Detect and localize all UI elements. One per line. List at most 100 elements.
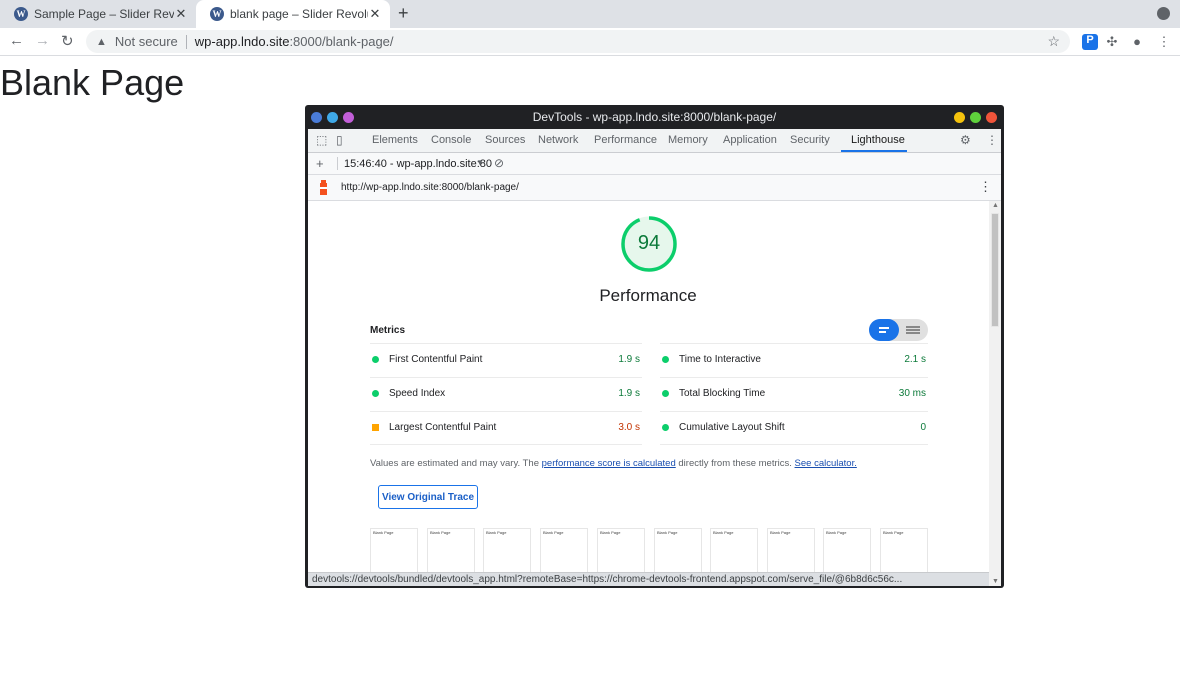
bookmark-star-icon[interactable]: ☆: [1047, 33, 1060, 50]
filmstrip-frame: Blank Page: [880, 528, 928, 578]
devtools-body: ⬚ ▯ Elements Console Sources Network Per…: [308, 129, 1001, 586]
report-menu-icon[interactable]: ⋮: [979, 179, 992, 195]
close-icon[interactable]: ✕: [368, 6, 382, 22]
gear-icon[interactable]: ⚙: [960, 133, 971, 147]
maximize-button[interactable]: [970, 112, 981, 123]
tab-application[interactable]: Application: [723, 134, 777, 146]
dropdown-icon[interactable]: ▼: [476, 158, 484, 167]
tab-search-icon[interactable]: [1157, 7, 1170, 20]
metric-value: 1.9 s: [618, 354, 640, 365]
tab-blank-page[interactable]: W blank page – Slider Revolution ✕: [196, 0, 390, 28]
metric-label: Speed Index: [389, 388, 446, 399]
extension-icon[interactable]: P: [1082, 34, 1098, 50]
tab-memory[interactable]: Memory: [668, 134, 708, 146]
pass-indicator: [662, 356, 669, 363]
filmstrip-frame: Blank Page: [370, 528, 418, 578]
minimize-button[interactable]: [954, 112, 965, 123]
metric-value: 30 ms: [898, 388, 926, 399]
performance-score: 94: [637, 232, 661, 254]
tab-console[interactable]: Console: [431, 134, 471, 146]
tab-sample-page[interactable]: W Sample Page – Slider Revolution ✕: [0, 0, 196, 28]
score-calculation-link[interactable]: performance score is calculated: [542, 458, 676, 469]
divider: [337, 157, 338, 170]
note-text: directly from these metrics.: [675, 458, 795, 469]
tab-performance[interactable]: Performance: [594, 134, 657, 146]
puzzle-icon[interactable]: ✣: [1104, 34, 1120, 50]
report-selector[interactable]: 15:46:40 - wp-app.lndo.site:80: [344, 158, 492, 170]
warning-icon[interactable]: ▲: [96, 36, 107, 48]
devtools-window: DevTools - wp-app.lndo.site:8000/blank-p…: [305, 105, 1004, 588]
toggle-compact-view[interactable]: [869, 319, 899, 341]
more-options-icon[interactable]: ⋮: [986, 133, 998, 147]
metric-label: Time to Interactive: [679, 354, 761, 365]
metric-first-contentful-paint: First Contentful Paint 1.9 s: [370, 343, 642, 376]
filmstrip-frame: Blank Page: [654, 528, 702, 578]
report-toolbar: + 15:46:40 - wp-app.lndo.site:80 ▼ ⊘: [308, 153, 1001, 175]
see-calculator-link[interactable]: See calculator.: [795, 458, 857, 469]
toggle-expanded-icon[interactable]: [906, 326, 920, 328]
tab-title: Sample Page – Slider Revolution: [34, 7, 174, 21]
window-title: DevTools - wp-app.lndo.site:8000/blank-p…: [532, 110, 777, 124]
wordpress-icon: W: [14, 7, 28, 21]
metrics-view-toggle[interactable]: [869, 319, 928, 341]
filmstrip-frame: Blank Page: [597, 528, 645, 578]
metric-cumulative-layout-shift: Cumulative Layout Shift 0: [660, 411, 928, 444]
tab-network[interactable]: Network: [538, 134, 578, 146]
lighthouse-report: 94 Performance Metrics First Contentful …: [308, 201, 988, 586]
metric-label: Total Blocking Time: [679, 388, 766, 399]
browser-toolbar: ← → ↻ ▲ Not secure wp-app.lndo.site :800…: [0, 28, 1180, 56]
devtools-titlebar: DevTools - wp-app.lndo.site:8000/blank-p…: [305, 105, 1004, 129]
filmstrip: Blank Page Blank Page Blank Page Blank P…: [370, 528, 930, 578]
close-window-button[interactable]: [986, 112, 997, 123]
avatar-icon[interactable]: ●: [1129, 34, 1145, 50]
report-url-bar: http://wp-app.lndo.site:8000/blank-page/…: [308, 175, 1001, 201]
tab-elements[interactable]: Elements: [372, 134, 418, 146]
metric-label: First Contentful Paint: [389, 354, 483, 365]
filmstrip-frame: Blank Page: [540, 528, 588, 578]
filmstrip-frame: Blank Page: [427, 528, 475, 578]
url-path: :8000/blank-page/: [289, 34, 394, 49]
metric-speed-index: Speed Index 1.9 s: [370, 377, 642, 410]
inspect-icon[interactable]: ⬚: [316, 133, 327, 147]
forward-icon[interactable]: →: [35, 32, 50, 49]
pass-indicator: [372, 356, 379, 363]
close-icon[interactable]: ✕: [174, 6, 188, 22]
device-toolbar-icon[interactable]: ▯: [336, 133, 343, 147]
pass-indicator: [372, 390, 379, 397]
new-tab-button[interactable]: +: [398, 3, 409, 24]
metrics-heading: Metrics: [370, 325, 406, 336]
filmstrip-frame: Blank Page: [767, 528, 815, 578]
back-icon[interactable]: ←: [9, 32, 24, 49]
address-bar[interactable]: ▲ Not secure wp-app.lndo.site :8000/blan…: [86, 30, 1070, 53]
scroll-up-icon[interactable]: ▲: [992, 202, 999, 209]
menu-icon[interactable]: ⋮: [1156, 34, 1172, 50]
note-text: Values are estimated and may vary. The: [370, 458, 542, 469]
url-host: wp-app.lndo.site: [194, 34, 290, 49]
metric-value: 2.1 s: [904, 354, 926, 365]
security-label[interactable]: Not secure: [115, 34, 178, 49]
add-report-icon[interactable]: +: [316, 156, 324, 171]
wordpress-icon: W: [210, 7, 224, 21]
view-original-trace-button[interactable]: View Original Trace: [378, 485, 478, 509]
scrollbar-thumb[interactable]: [991, 213, 999, 327]
tab-security[interactable]: Security: [790, 134, 830, 146]
reload-icon[interactable]: ↻: [61, 32, 74, 50]
pass-indicator: [662, 390, 669, 397]
devtools-tabbar: ⬚ ▯ Elements Console Sources Network Per…: [308, 129, 1001, 153]
clear-icon[interactable]: ⊘: [494, 156, 504, 170]
active-tab-indicator: [841, 150, 907, 152]
filmstrip-frame: Blank Page: [710, 528, 758, 578]
filmstrip-frame: Blank Page: [823, 528, 871, 578]
tab-sources[interactable]: Sources: [485, 134, 525, 146]
report-scrollbar[interactable]: ▲ ▼: [989, 201, 1001, 586]
metric-total-blocking-time: Total Blocking Time 30 ms: [660, 377, 928, 410]
tab-strip: W Sample Page – Slider Revolution ✕ W bl…: [0, 0, 1180, 28]
divider: [660, 444, 928, 445]
filmstrip-frame: Blank Page: [483, 528, 531, 578]
report-url: http://wp-app.lndo.site:8000/blank-page/: [341, 182, 519, 193]
tab-title: blank page – Slider Revolution: [230, 7, 368, 21]
metric-largest-contentful-paint: Largest Contentful Paint 3.0 s: [370, 411, 642, 444]
scroll-down-icon[interactable]: ▼: [992, 578, 999, 585]
average-indicator: [372, 424, 379, 431]
tab-lighthouse[interactable]: Lighthouse: [851, 134, 905, 146]
